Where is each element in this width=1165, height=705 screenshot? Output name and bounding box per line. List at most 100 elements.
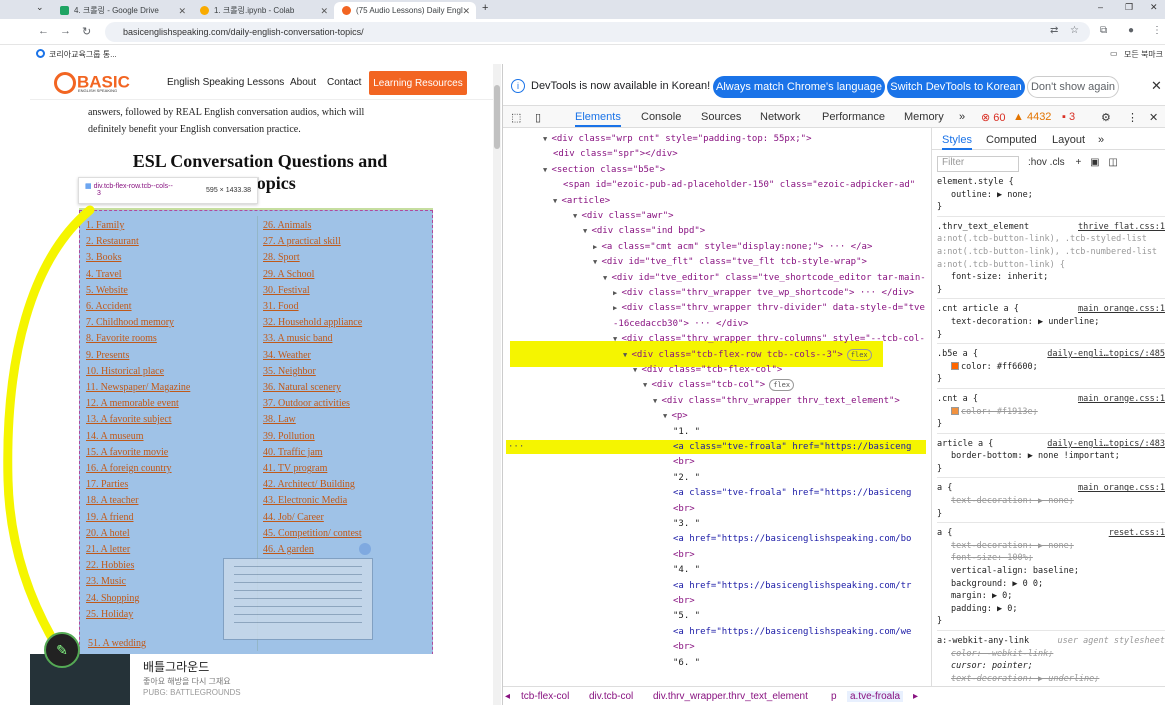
reload-icon[interactable]: ↻	[82, 25, 91, 38]
elements-dom-tree[interactable]: ▼ <div class="wrp cnt" style="padding-to…	[503, 128, 926, 686]
dom-node-line[interactable]: ▶ <div class="thrv_wrapper tve_wp_shortc…	[613, 286, 914, 301]
translate-icon[interactable]: ⇄	[1050, 25, 1058, 36]
tab-styles[interactable]: Styles	[942, 134, 972, 150]
minimize-icon[interactable]: –	[1098, 2, 1103, 12]
flex-badge[interactable]: flex	[769, 379, 795, 392]
topic-item[interactable]: 36. Natural scenery	[263, 380, 362, 396]
topic-link[interactable]: 36. Natural scenery	[263, 382, 341, 393]
edit-pen-icon[interactable]: ✎	[44, 632, 80, 668]
issues-count[interactable]: ▪ 3	[1062, 111, 1075, 123]
more-tabs-icon[interactable]: »	[959, 111, 965, 123]
dom-node-line[interactable]: <br>	[673, 502, 695, 517]
rule-property[interactable]: margin: ▶ 0;	[937, 590, 1165, 603]
topic-item[interactable]: 32. Household appliance	[263, 315, 362, 331]
toggle-element-state-icon[interactable]: ▣	[1090, 157, 1099, 168]
tab-console[interactable]: Console	[641, 111, 681, 123]
rule-source-link[interactable]: main_orange.css:1	[1078, 303, 1165, 316]
crumb-scroll-left-icon[interactable]: ◂	[505, 691, 510, 702]
dom-node-line[interactable]: ▼ <div class="tcb-flex-col">	[633, 363, 782, 378]
tab-google-drive[interactable]: 4. 크롤링 - Google Drive ✕	[52, 2, 192, 19]
topic-item[interactable]: 38. Law	[263, 412, 362, 428]
dom-node-line[interactable]: "1. "	[673, 425, 700, 440]
dom-node-line[interactable]: <a href="https://basicenglishspeaking.co…	[673, 625, 911, 640]
topic-link[interactable]: 33. A music band	[263, 333, 332, 344]
dom-node-line[interactable]: <a class="tve-froala" href="https://basi…	[673, 486, 911, 501]
tab-network[interactable]: Network	[760, 111, 800, 123]
site-logo[interactable]: BASIC ENGLISH SPEAKING	[54, 72, 130, 94]
rule-property[interactable]: vertical-align: baseline;	[937, 565, 1165, 578]
topic-link[interactable]: 30. Festival	[263, 285, 310, 296]
rule-source-link[interactable]: daily-engli…topics/:483	[1047, 438, 1165, 451]
dom-node-line[interactable]: <span id="ezoic-pub-ad-placeholder-150" …	[563, 178, 915, 193]
dom-node-line[interactable]: "4. "	[673, 563, 700, 578]
rule-property[interactable]: font-size: inherit;	[937, 271, 1165, 284]
topic-item[interactable]: 31. Food	[263, 299, 362, 315]
extensions-icon[interactable]: ⧉	[1100, 25, 1107, 36]
dom-node-line[interactable]: <br>	[673, 594, 695, 609]
topic-link[interactable]: 34. Weather	[263, 350, 311, 361]
topic-link[interactable]: 31. Food	[263, 301, 299, 312]
rule-property[interactable]: color: #ff6600;	[961, 362, 1038, 372]
hov-cls-toggles[interactable]: :hov .cls	[1028, 157, 1065, 168]
dom-node-line[interactable]: ▼ <div class="thrv_wrapper thrv-columns"…	[613, 332, 925, 347]
maximize-icon[interactable]: ❐	[1125, 2, 1133, 13]
rule-source-link[interactable]: daily-engli…topics/:485	[1047, 348, 1165, 361]
dom-node-line[interactable]: <a class="tve-froala" href="https://basi…	[508, 440, 911, 455]
topic-item[interactable]: 34. Weather	[263, 348, 362, 364]
new-tab-icon[interactable]: +	[482, 2, 488, 14]
rule-property[interactable]: padding: ▶ 0;	[937, 603, 1165, 616]
topic-item[interactable]: 27. A practical skill	[263, 234, 362, 250]
dom-node-line[interactable]: ▼ <div class="wrp cnt" style="padding-to…	[543, 132, 812, 147]
learning-resources-button[interactable]: Learning Resources	[369, 71, 467, 95]
topic-item[interactable]: 40. Traffic jam	[263, 445, 362, 461]
dom-node-line[interactable]: ▶ <a class="cmt acm" style="display:none…	[593, 240, 872, 255]
dom-node-line[interactable]: <br>	[673, 455, 695, 470]
topic-item[interactable]: 26. Animals	[263, 218, 362, 234]
rule-property[interactable]: outline: ▶ none;	[937, 189, 1165, 202]
topic-item[interactable]: 45. Competition/ contest	[263, 526, 362, 542]
dom-node-line[interactable]: <br>	[673, 548, 695, 563]
dom-node-line[interactable]: <br>	[673, 640, 695, 655]
dom-node-line[interactable]: ▼ <p>	[663, 409, 688, 424]
topic-link[interactable]: 27. A practical skill	[263, 236, 341, 247]
color-swatch[interactable]	[951, 362, 959, 371]
rule-property[interactable]: text-decoration: ▶ underline;	[937, 673, 1165, 686]
close-infobar-icon[interactable]: ✕	[1151, 78, 1162, 94]
topic-item[interactable]: 30. Festival	[263, 283, 362, 299]
topic-link[interactable]: 35. Neighbor	[263, 366, 316, 377]
dom-node-line[interactable]: ▼ <div class="ind bpd">	[583, 224, 705, 239]
topic-link[interactable]: 39. Pollution	[263, 431, 315, 442]
tab-layout[interactable]: Layout	[1052, 134, 1085, 146]
inspect-element-icon[interactable]: ⬚	[511, 111, 521, 124]
always-match-language-button[interactable]: Always match Chrome's language	[713, 76, 885, 98]
styles-filter-input[interactable]: Filter	[937, 156, 1019, 172]
topic-item[interactable]: 33. A music band	[263, 331, 362, 347]
close-window-icon[interactable]: ✕	[1150, 2, 1158, 13]
topic-item[interactable]: 39. Pollution	[263, 429, 362, 445]
rule-property[interactable]: text-decoration: ▶ none;	[937, 540, 1165, 553]
switch-devtools-korean-button[interactable]: Switch DevTools to Korean	[887, 76, 1025, 98]
forward-icon[interactable]: →	[60, 25, 71, 37]
breadcrumb-item[interactable]: tcb-flex-col	[521, 691, 569, 702]
rule-property[interactable]: color: #f1913e;	[961, 407, 1038, 417]
topic-item[interactable]: 35. Neighbor	[263, 364, 362, 380]
topic-link[interactable]: 43. Electronic Media	[263, 495, 347, 506]
dom-node-line[interactable]: ▼ <div id="tve_editor" class="tve_shortc…	[603, 271, 926, 286]
tab-colab[interactable]: 1. 크롤링.ipynb - Colab ✕	[192, 2, 334, 19]
rule-property[interactable]: border-bottom: ▶ none !important;	[937, 450, 1165, 463]
dom-node-line[interactable]: ▼ <div class="tcb-col"> flex	[643, 378, 795, 393]
topic-link[interactable]: 26. Animals	[263, 220, 311, 231]
close-devtools-icon[interactable]: ✕	[1149, 111, 1158, 124]
new-rule-icon[interactable]: +	[1075, 157, 1081, 168]
tab-basic-english[interactable]: (75 Audio Lessons) Daily Engl ✕	[334, 2, 476, 19]
rule-property[interactable]: text-decoration: ▶ underline;	[937, 316, 1165, 329]
rule-source-link[interactable]: reset.css:1	[1109, 527, 1165, 540]
tab-memory[interactable]: Memory	[904, 111, 944, 123]
dom-node-line[interactable]: -16cedaccb30"> ··· </div>	[613, 317, 748, 332]
node-actions-icon[interactable]: ···	[508, 440, 524, 455]
topic-link[interactable]: 46. A garden	[263, 544, 314, 555]
tab-computed[interactable]: Computed	[986, 134, 1037, 146]
topic-link[interactable]: 42. Architect/ Building	[263, 479, 355, 490]
rule-source-link[interactable]: thrive_flat.css:1	[1078, 221, 1165, 234]
tab-search-icon[interactable]: ⌄	[36, 2, 44, 13]
